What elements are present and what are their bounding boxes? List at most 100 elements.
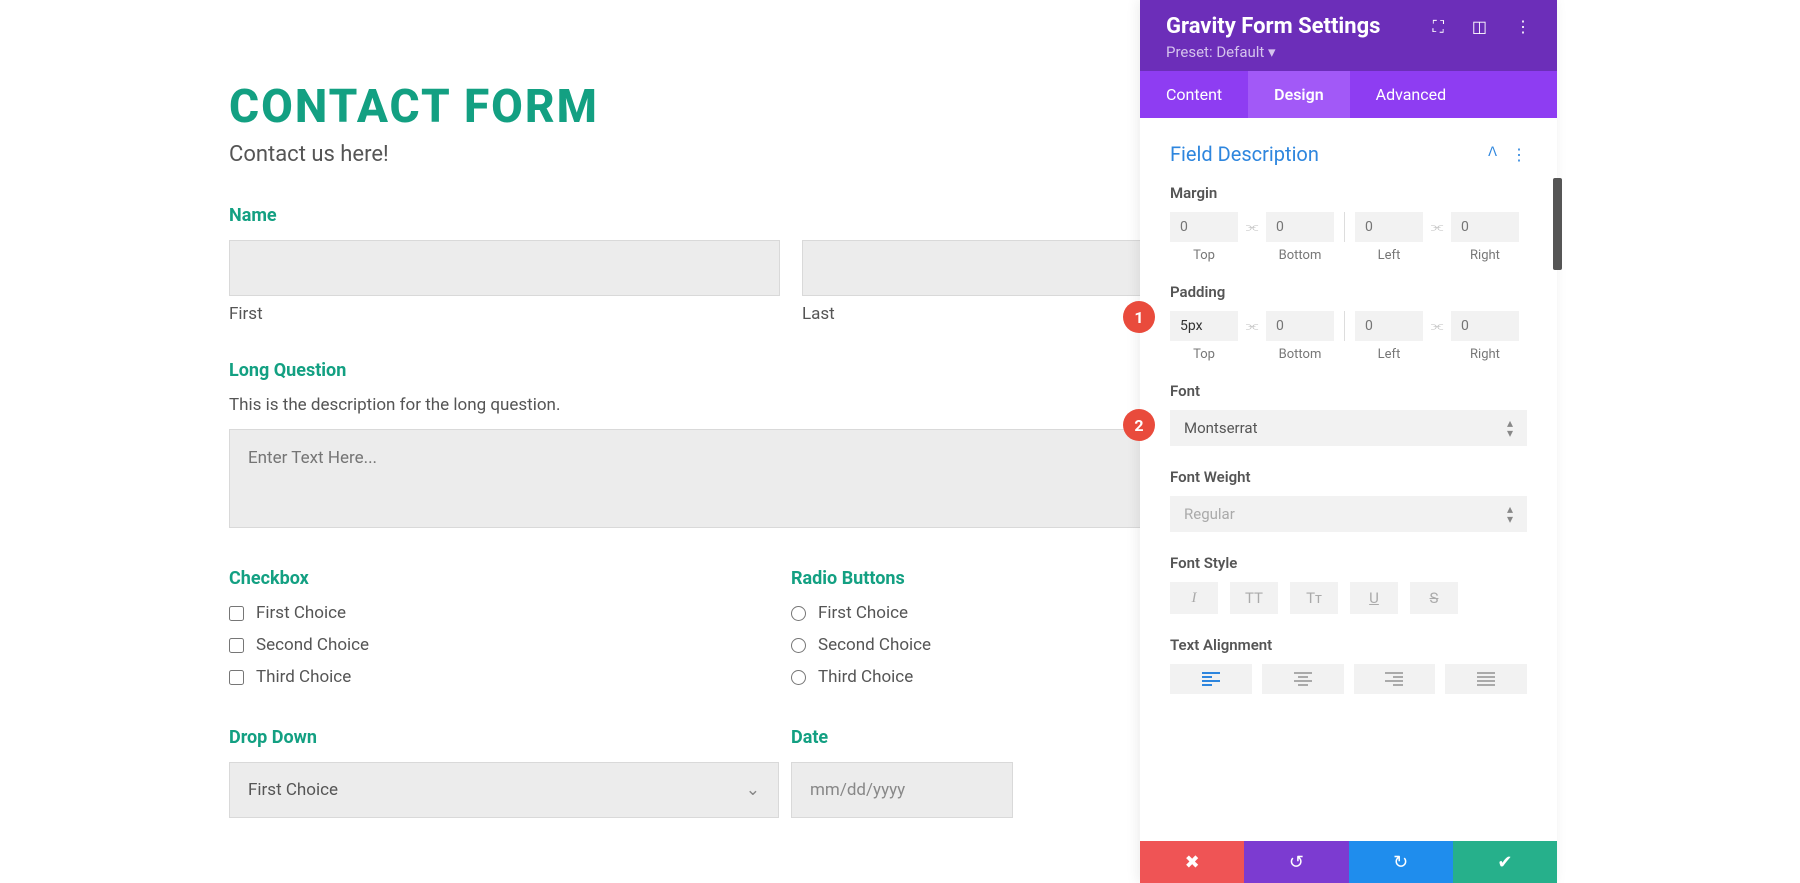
strikethrough-button[interactable]: S — [1410, 582, 1458, 614]
link-icon[interactable]: ⫘ — [1423, 212, 1451, 242]
checkbox-option-label: First Choice — [256, 603, 346, 623]
font-label: Font — [1170, 382, 1527, 400]
margin-bottom-input[interactable] — [1266, 212, 1334, 242]
dropdown-label: Drop Down — [229, 727, 791, 748]
padding-top-label: Top — [1193, 347, 1215, 362]
margin-left-input[interactable] — [1355, 212, 1423, 242]
settings-panel: Gravity Form Settings ⛶ ◫ ⋮ Preset: Defa… — [1140, 0, 1557, 883]
padding-top-input[interactable] — [1170, 311, 1238, 341]
checkbox-option-label: Third Choice — [256, 667, 351, 687]
padding-label: Padding — [1170, 283, 1527, 301]
checkbox-3[interactable] — [229, 670, 244, 685]
tab-content[interactable]: Content — [1140, 71, 1248, 118]
margin-left-label: Left — [1378, 248, 1401, 263]
radio-3[interactable] — [791, 670, 806, 685]
preset-selector[interactable]: Preset: Default ▾ — [1166, 43, 1531, 61]
padding-left-input[interactable] — [1355, 311, 1423, 341]
collapse-icon[interactable]: ᐱ — [1488, 145, 1497, 164]
text-align-label: Text Alignment — [1170, 636, 1527, 654]
padding-right-input[interactable] — [1451, 311, 1519, 341]
align-center-icon — [1294, 672, 1312, 686]
chevron-down-icon: ⌄ — [746, 780, 760, 800]
margin-right-input[interactable] — [1451, 212, 1519, 242]
smallcaps-button[interactable]: Tᴛ — [1290, 582, 1338, 614]
sort-icon: ▴▾ — [1507, 418, 1513, 438]
font-weight-value: Regular — [1184, 505, 1235, 523]
panel-footer: ✖ ↺ ↻ ✔ — [1140, 841, 1557, 883]
font-weight-label: Font Weight — [1170, 468, 1527, 486]
redo-button[interactable]: ↻ — [1349, 841, 1453, 883]
underline-button[interactable]: U — [1350, 582, 1398, 614]
padding-bottom-label: Bottom — [1279, 347, 1322, 362]
checkbox-option[interactable]: Second Choice — [229, 635, 791, 655]
sort-icon: ▴▾ — [1507, 504, 1513, 524]
redo-icon: ↻ — [1393, 852, 1408, 873]
checkbox-option[interactable]: Third Choice — [229, 667, 791, 687]
margin-bottom-label: Bottom — [1279, 248, 1322, 263]
divider — [1344, 212, 1345, 242]
padding-right-label: Right — [1470, 347, 1500, 362]
link-icon[interactable]: ⫘ — [1238, 311, 1266, 341]
padding-controls: Top ⫘ Bottom Left ⫘ Right — [1170, 311, 1527, 362]
tab-design[interactable]: Design — [1248, 71, 1349, 118]
divider — [1344, 311, 1345, 341]
panel-tabs: Content Design Advanced — [1140, 71, 1557, 118]
checkbox-1[interactable] — [229, 606, 244, 621]
first-sublabel: First — [229, 304, 780, 324]
link-icon[interactable]: ⫘ — [1423, 311, 1451, 341]
italic-button[interactable]: I — [1170, 582, 1218, 614]
align-left-icon — [1202, 672, 1220, 686]
dropdown-select[interactable]: First Choice ⌄ — [229, 762, 779, 818]
uppercase-button[interactable]: TT — [1230, 582, 1278, 614]
date-placeholder: mm/dd/yyyy — [810, 780, 905, 800]
section-more-icon[interactable]: ⋮ — [1511, 145, 1527, 164]
layout-icon[interactable]: ◫ — [1472, 17, 1487, 37]
cancel-button[interactable]: ✖ — [1140, 841, 1244, 883]
margin-top-input[interactable] — [1170, 212, 1238, 242]
align-right-button[interactable] — [1354, 664, 1436, 694]
close-icon: ✖ — [1185, 852, 1200, 873]
font-style-label: Font Style — [1170, 554, 1527, 572]
padding-bottom-input[interactable] — [1266, 311, 1334, 341]
font-style-buttons: I TT Tᴛ U S — [1170, 582, 1527, 614]
text-align-buttons — [1170, 664, 1527, 694]
checkbox-label: Checkbox — [229, 568, 791, 589]
panel-header: Gravity Form Settings ⛶ ◫ ⋮ Preset: Defa… — [1140, 0, 1557, 71]
radio-option-label: First Choice — [818, 603, 908, 623]
radio-option-label: Second Choice — [818, 635, 931, 655]
radio-1[interactable] — [791, 606, 806, 621]
undo-icon: ↺ — [1289, 852, 1304, 873]
align-justify-button[interactable] — [1445, 664, 1527, 694]
link-icon[interactable]: ⫘ — [1238, 212, 1266, 242]
panel-title: Gravity Form Settings — [1166, 14, 1380, 39]
radio-option-label: Third Choice — [818, 667, 913, 687]
date-input[interactable]: mm/dd/yyyy — [791, 762, 1013, 818]
panel-body[interactable]: Field Description ᐱ ⋮ Margin Top ⫘ Botto… — [1140, 118, 1557, 841]
margin-controls: Top ⫘ Bottom Left ⫘ Right — [1170, 212, 1527, 263]
checkbox-2[interactable] — [229, 638, 244, 653]
margin-right-label: Right — [1470, 248, 1500, 263]
padding-left-label: Left — [1378, 347, 1401, 362]
annotation-badge-1: 1 — [1123, 301, 1155, 333]
margin-top-label: Top — [1193, 248, 1215, 263]
annotation-badge-2: 2 — [1123, 409, 1155, 441]
first-name-input[interactable] — [229, 240, 780, 296]
align-justify-icon — [1477, 672, 1495, 686]
undo-button[interactable]: ↺ — [1244, 841, 1348, 883]
save-button[interactable]: ✔ — [1453, 841, 1557, 883]
checkbox-option-label: Second Choice — [256, 635, 369, 655]
dropdown-selected: First Choice — [248, 780, 338, 800]
align-right-icon — [1385, 672, 1403, 686]
checkbox-option[interactable]: First Choice — [229, 603, 791, 623]
expand-icon[interactable]: ⛶ — [1433, 17, 1444, 37]
scrollbar-thumb[interactable] — [1553, 178, 1562, 270]
section-title[interactable]: Field Description — [1170, 142, 1319, 166]
tab-advanced[interactable]: Advanced — [1350, 71, 1473, 118]
check-icon: ✔ — [1497, 852, 1512, 873]
align-center-button[interactable] — [1262, 664, 1344, 694]
more-icon[interactable]: ⋮ — [1515, 17, 1531, 37]
font-weight-select[interactable]: Regular ▴▾ — [1170, 496, 1527, 532]
radio-2[interactable] — [791, 638, 806, 653]
align-left-button[interactable] — [1170, 664, 1252, 694]
font-select[interactable]: Montserrat ▴▾ — [1170, 410, 1527, 446]
